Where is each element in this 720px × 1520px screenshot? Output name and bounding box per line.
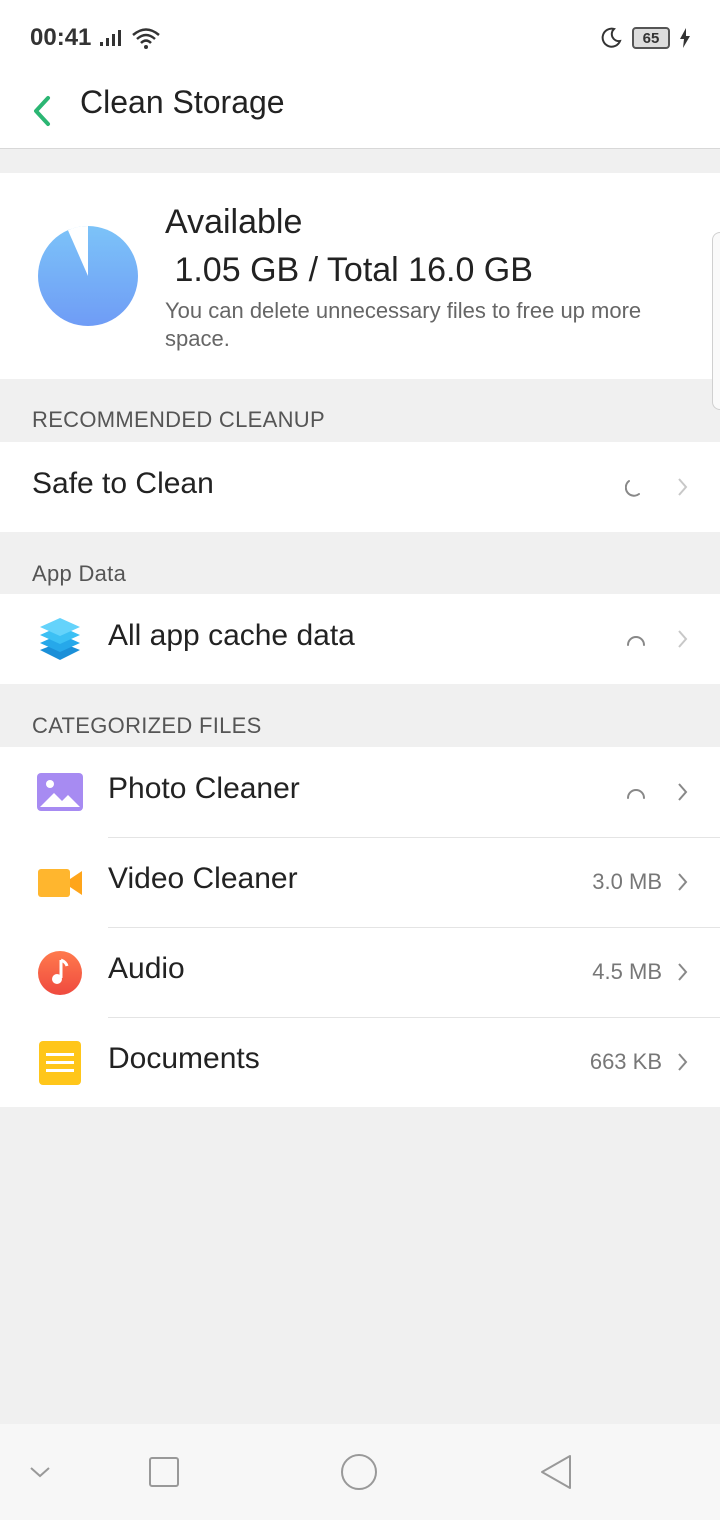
app-header: Clean Storage [0,76,720,149]
wifi-icon [132,28,161,49]
storage-usage-text: 1.05 GB / Total 16.0 GB [165,251,533,289]
documents-label: Documents [108,1042,260,1075]
nav-back-icon[interactable] [538,1454,574,1490]
music-icon [38,951,82,995]
available-label: Available [165,203,303,241]
layers-icon [40,618,80,660]
chevron-right-icon [678,478,688,496]
moon-icon [601,27,622,48]
battery-icon: 65 [632,27,670,49]
audio-size: 4.5 MB [592,959,662,984]
charging-icon [680,28,690,48]
audio-row[interactable]: Audio 4.5 MB [0,927,720,1017]
side-scroll-handle[interactable] [712,232,720,410]
loading-spinner-icon [625,480,640,497]
signal-icon [100,30,122,46]
photo-cleaner-row[interactable]: Photo Cleaner [0,747,720,837]
section-app-data: App Data [32,561,127,586]
documents-size: 663 KB [589,1049,662,1074]
app-cache-row[interactable]: All app cache data [0,594,720,684]
nav-home-icon[interactable] [340,1453,378,1491]
storage-pie-chart [38,226,138,326]
loading-spinner-icon [627,789,645,799]
status-right: 65 [600,27,690,49]
chevron-right-icon [678,1053,688,1071]
app-cache-label: All app cache data [108,619,355,652]
navigation-bar [0,1424,720,1520]
audio-label: Audio [108,952,185,985]
storage-description: You can delete unnecessary files to free… [165,298,642,351]
chevron-right-icon [678,630,688,648]
row-divider [108,1017,720,1018]
page-title: Clean Storage [80,84,285,120]
status-left: 00:41 [30,24,161,52]
clock: 00:41 [30,24,92,51]
video-size: 3.0 MB [592,869,662,894]
row-divider [108,837,720,838]
video-icon [38,869,82,897]
status-bar: 00:41 65 [0,0,720,76]
documents-row[interactable]: Documents 663 KB [0,1017,720,1107]
nav-recents-icon[interactable] [148,1456,180,1488]
storage-summary-card: Available 1.05 GB / Total 16.0 GB You ca… [0,173,720,379]
battery-level: 65 [642,29,660,47]
chevron-right-icon [678,873,688,891]
photo-icon [37,773,83,811]
section-recommended-cleanup: RECOMMENDED CLEANUP [32,407,325,432]
section-categorized-files: CATEGORIZED FILES [32,713,262,738]
row-divider [108,927,720,928]
chevron-right-icon [678,963,688,981]
nav-hide-icon[interactable] [28,1460,52,1484]
video-cleaner-row[interactable]: Video Cleaner 3.0 MB [0,837,720,927]
back-arrow-icon[interactable] [28,86,56,136]
chevron-right-icon [678,783,688,801]
document-icon [39,1041,81,1085]
loading-spinner-icon [627,636,645,646]
safe-to-clean-label: Safe to Clean [32,467,214,500]
photo-cleaner-label: Photo Cleaner [108,772,300,805]
safe-to-clean-row[interactable]: Safe to Clean [0,442,720,532]
video-cleaner-label: Video Cleaner [108,862,298,895]
